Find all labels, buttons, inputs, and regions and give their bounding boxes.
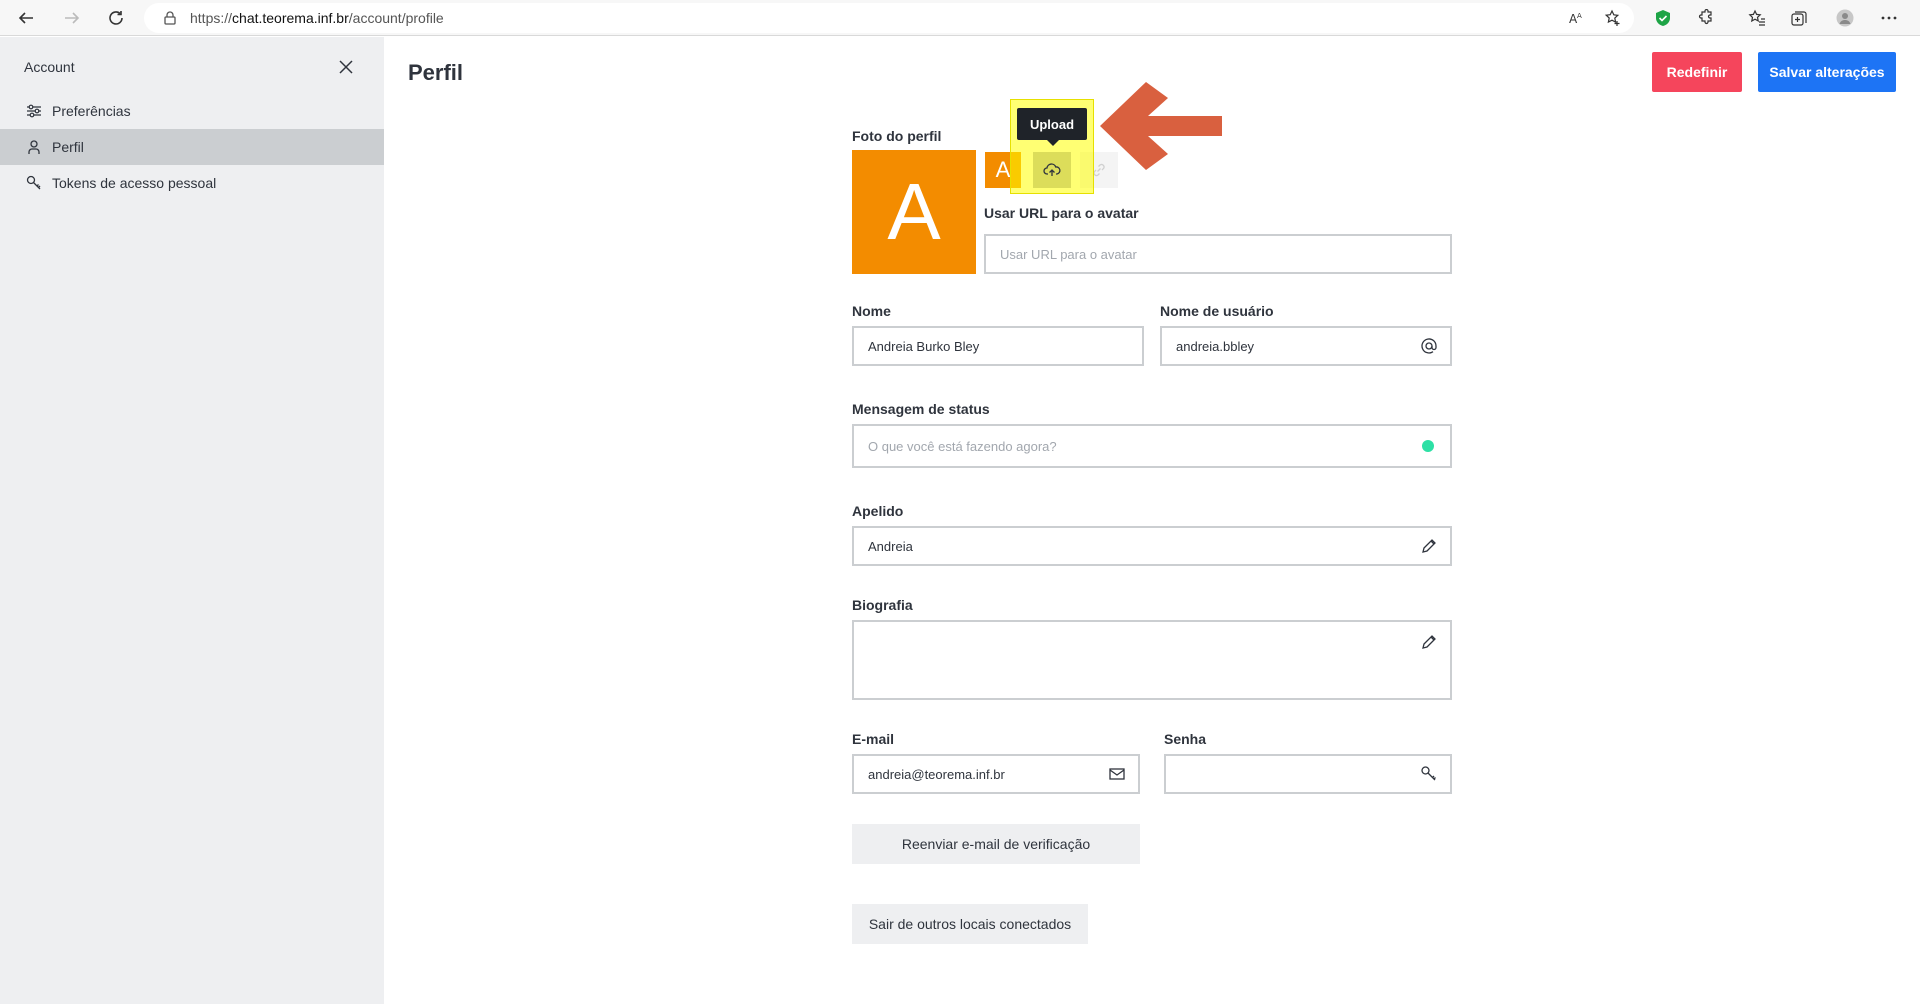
- username-label: Nome de usuário: [1160, 303, 1274, 319]
- cloud-upload-icon: [1043, 163, 1061, 176]
- nickname-input[interactable]: Andreia: [852, 526, 1452, 566]
- password-label: Senha: [1164, 731, 1207, 747]
- reset-button[interactable]: Redefinir: [1652, 52, 1742, 92]
- more-menu-icon[interactable]: [1876, 5, 1902, 31]
- favorites-icon[interactable]: [1744, 5, 1770, 31]
- read-aloud-icon[interactable]: AA: [1564, 5, 1590, 31]
- sidebar-title: Account: [24, 59, 75, 75]
- favorite-add-icon[interactable]: [1600, 5, 1626, 31]
- sidebar-item-label: Perfil: [52, 139, 84, 155]
- upload-tooltip: Upload: [1017, 108, 1087, 146]
- email-input[interactable]: andreia@teorema.inf.br: [852, 754, 1140, 794]
- sidebar-item-profile[interactable]: Perfil: [0, 129, 384, 165]
- mail-icon: [1108, 765, 1126, 783]
- status-message-label: Mensagem de status: [852, 401, 990, 417]
- pencil-icon: [1420, 633, 1438, 651]
- address-bar[interactable]: https://chat.teorema.inf.br/account/prof…: [144, 3, 1634, 33]
- bio-label: Biografia: [852, 597, 913, 613]
- browser-toolbar: https://chat.teorema.inf.br/account/prof…: [0, 0, 1920, 36]
- name-label: Nome: [852, 303, 891, 319]
- forward-button[interactable]: [58, 4, 86, 32]
- sliders-icon: [26, 103, 42, 119]
- email-label: E-mail: [852, 731, 895, 747]
- url-text: https://chat.teorema.inf.br/account/prof…: [190, 10, 444, 26]
- collections-icon[interactable]: [1786, 5, 1812, 31]
- back-arrow-icon: [18, 12, 33, 24]
- forward-arrow-icon: [65, 12, 80, 24]
- at-sign-icon: [1420, 337, 1438, 355]
- status-message-input[interactable]: O que você está fazendo agora?: [852, 424, 1452, 468]
- shield-extension-icon[interactable]: [1650, 5, 1676, 31]
- sidebar-item-tokens[interactable]: Tokens de acesso pessoal: [0, 165, 384, 201]
- key-icon: [1420, 765, 1438, 783]
- reload-button[interactable]: [102, 4, 130, 32]
- username-input[interactable]: andreia.bbley: [1160, 326, 1452, 366]
- sidebar-item-label: Preferências: [52, 103, 131, 119]
- avatar-preview: A: [852, 150, 976, 274]
- svg-text:A: A: [1577, 12, 1582, 20]
- logout-other-sessions-button[interactable]: Sair de outros locais conectados: [852, 904, 1088, 944]
- reload-icon: [109, 11, 123, 25]
- online-status-indicator[interactable]: [1422, 440, 1434, 452]
- bio-textarea[interactable]: [852, 620, 1452, 700]
- page-title: Perfil: [408, 60, 464, 85]
- avatar-url-label: Usar URL para o avatar: [984, 205, 1139, 221]
- resend-verification-email-button[interactable]: Reenviar e-mail de verificação: [852, 824, 1140, 864]
- key-icon: [26, 175, 42, 191]
- account-sidebar: Account Preferências Perfil Tokens de ac…: [0, 37, 384, 1004]
- profile-avatar-icon[interactable]: [1832, 5, 1858, 31]
- name-input[interactable]: Andreia Burko Bley: [852, 326, 1144, 366]
- pencil-icon: [1420, 537, 1438, 555]
- back-button[interactable]: [12, 4, 40, 32]
- annotation-arrow-icon: [1100, 82, 1222, 170]
- lock-icon[interactable]: [162, 10, 178, 26]
- save-changes-button[interactable]: Salvar alterações: [1758, 52, 1896, 92]
- extensions-icon[interactable]: [1692, 5, 1718, 31]
- upload-avatar-button[interactable]: [1033, 152, 1071, 188]
- close-icon: [339, 60, 353, 74]
- close-sidebar-button[interactable]: [334, 55, 358, 79]
- profile-photo-label: Foto do perfil: [852, 128, 942, 144]
- password-input[interactable]: [1164, 754, 1452, 794]
- sidebar-item-preferences[interactable]: Preferências: [0, 93, 384, 129]
- sidebar-item-label: Tokens de acesso pessoal: [52, 175, 217, 191]
- user-icon: [26, 139, 42, 155]
- nickname-label: Apelido: [852, 503, 904, 519]
- avatar-url-input[interactable]: Usar URL para o avatar: [984, 234, 1452, 274]
